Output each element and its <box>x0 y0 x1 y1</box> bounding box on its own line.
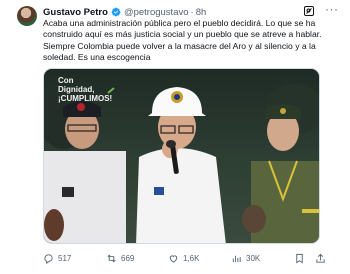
tweet-card[interactable]: Gustavo Petro @petrogustavo · 8h ··· Aca… <box>0 0 350 274</box>
verified-badge-icon <box>111 7 121 17</box>
timestamp[interactable]: 8h <box>196 7 207 18</box>
separator-dot: · <box>190 6 194 18</box>
share-icon <box>316 253 325 263</box>
repost-icon <box>107 254 116 262</box>
like-icon <box>169 254 178 263</box>
reply-button[interactable]: 517 <box>43 251 71 265</box>
reply-count: 517 <box>58 253 72 263</box>
tweet-video[interactable]: Con Dignidad, ¡CUMPLIMOS! <box>43 68 320 244</box>
share-button[interactable] <box>315 251 330 265</box>
repost-count: 669 <box>121 253 135 263</box>
bookmark-button[interactable] <box>294 251 309 265</box>
reply-icon <box>44 253 53 264</box>
views-button[interactable]: 30K <box>231 251 260 265</box>
overlay-line1: Con <box>58 76 74 85</box>
like-button[interactable]: 1,6K <box>168 251 199 265</box>
overlay-line3: ¡CUMPLIMOS! <box>58 94 112 103</box>
overlay-line2: Dignidad, <box>58 85 94 94</box>
bookmark-icon <box>296 253 303 263</box>
repost-button[interactable]: 669 <box>106 251 134 265</box>
video-frame: Con Dignidad, ¡CUMPLIMOS! <box>44 69 319 243</box>
like-count: 1,6K <box>183 253 200 263</box>
tweet-text: Acaba una administración pública pero el… <box>43 18 322 63</box>
author-handle[interactable]: @petrogustavo <box>124 7 189 18</box>
views-icon <box>232 255 241 262</box>
views-count: 30K <box>246 253 261 263</box>
tweet-actions: 517 669 1,6K 30K <box>43 251 333 265</box>
more-icon[interactable]: ··· <box>325 2 339 16</box>
grok-icon[interactable] <box>303 5 315 17</box>
author-name[interactable]: Gustavo Petro <box>43 7 108 18</box>
tweet-header: Gustavo Petro @petrogustavo · 8h <box>43 5 206 19</box>
avatar[interactable] <box>17 6 37 26</box>
